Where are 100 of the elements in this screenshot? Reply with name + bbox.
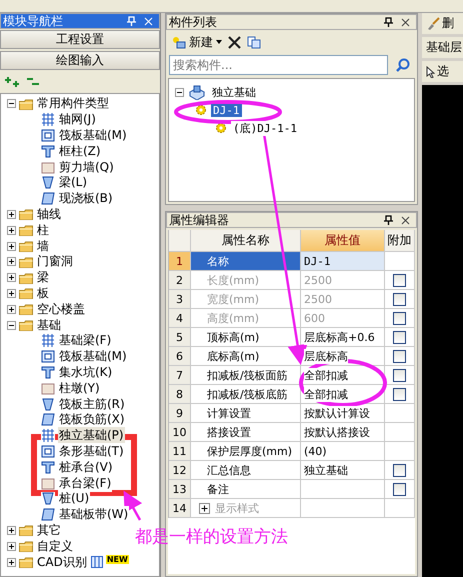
tree-item[interactable]: 轴网(J) bbox=[58, 111, 97, 128]
property-value[interactable]: DJ-1 bbox=[304, 254, 330, 268]
checkbox[interactable] bbox=[393, 368, 406, 382]
collapse-all-icon[interactable] bbox=[26, 76, 40, 88]
tree-item[interactable]: 基础 bbox=[36, 316, 62, 334]
property-name: 顶标高(m) bbox=[191, 328, 301, 347]
expand-all-icon[interactable] bbox=[4, 76, 20, 88]
pin-icon[interactable] bbox=[384, 17, 393, 27]
folder-icon bbox=[19, 224, 33, 236]
tree-item[interactable]: 其它 bbox=[36, 522, 62, 539]
property-value[interactable]: 按默认计算设 bbox=[304, 406, 370, 420]
tree-item[interactable]: 集水坑(K) bbox=[58, 364, 114, 381]
row-number: 13 bbox=[169, 480, 191, 499]
folder-icon bbox=[19, 524, 33, 536]
checkbox[interactable] bbox=[393, 388, 406, 400]
nav-button[interactable]: 绘图输入 bbox=[0, 51, 160, 70]
expand-icon[interactable] bbox=[7, 542, 16, 551]
row-number: 9 bbox=[169, 404, 191, 423]
value-cell[interactable] bbox=[301, 480, 385, 499]
property-value[interactable]: 独立基础 bbox=[304, 462, 348, 478]
copy-icon[interactable] bbox=[247, 36, 261, 48]
tree-item[interactable]: 墙 bbox=[36, 238, 50, 255]
checkbox[interactable] bbox=[393, 464, 406, 476]
row-number: 5 bbox=[169, 328, 191, 347]
tree-item[interactable]: 剪力墙(Q) bbox=[58, 158, 115, 176]
expand-icon[interactable] bbox=[7, 526, 16, 535]
property-value[interactable]: (40) bbox=[304, 444, 327, 458]
pin-icon[interactable] bbox=[384, 215, 393, 225]
property-value[interactable]: 按默认搭接设 bbox=[304, 424, 370, 440]
nav-button[interactable]: 工程设置 bbox=[0, 30, 160, 49]
toolbar-button[interactable]: 基础层 bbox=[426, 39, 462, 56]
row-number: 2 bbox=[169, 271, 191, 290]
expand-icon[interactable] bbox=[7, 242, 16, 251]
folder-icon bbox=[19, 208, 33, 220]
tree-item[interactable]: 门窗洞 bbox=[36, 253, 74, 270]
property-name: 搭接设置 bbox=[191, 423, 301, 442]
property-value[interactable]: 层底标高+0.6 bbox=[304, 330, 375, 344]
property-value[interactable]: 全部扣减 bbox=[304, 386, 348, 402]
tree-item[interactable]: 独立基础 bbox=[210, 84, 258, 100]
close-icon[interactable] bbox=[401, 18, 410, 26]
tree-item[interactable]: 承台梁(F) bbox=[58, 474, 112, 492]
row-number: 14 bbox=[169, 499, 191, 518]
checkbox[interactable] bbox=[393, 482, 406, 496]
property-value[interactable]: 层底标高 bbox=[304, 348, 348, 364]
expand-icon[interactable] bbox=[7, 304, 16, 314]
column-header[interactable]: 附加 bbox=[385, 230, 415, 252]
expand-icon[interactable] bbox=[7, 558, 16, 566]
row-number: 3 bbox=[169, 290, 191, 309]
tree-item[interactable]: 框柱(Z) bbox=[58, 142, 102, 160]
new-button[interactable]: 新建 bbox=[172, 34, 222, 50]
property-name: 备注 bbox=[191, 480, 301, 499]
tree-item[interactable]: 柱墩(Y) bbox=[58, 380, 101, 397]
expand-icon[interactable] bbox=[7, 273, 16, 282]
toolbar-button[interactable]: 选 bbox=[437, 63, 449, 80]
tree-item[interactable]: 轴线 bbox=[36, 206, 62, 223]
row-number: 10 bbox=[169, 423, 191, 442]
tree-item[interactable]: 独立基础(P) bbox=[58, 427, 125, 444]
component-icon bbox=[41, 176, 55, 190]
header-corner bbox=[169, 230, 191, 252]
expand-icon[interactable] bbox=[7, 226, 16, 235]
expand-icon[interactable] bbox=[7, 288, 16, 298]
search-field[interactable]: 搜索构件... bbox=[169, 55, 388, 75]
tree-item[interactable]: 板 bbox=[36, 284, 50, 302]
component-icon bbox=[41, 476, 55, 490]
tree-item[interactable]: CAD识别 bbox=[36, 554, 88, 571]
open-folder-icon bbox=[19, 319, 33, 332]
checkbox[interactable] bbox=[393, 330, 406, 344]
property-value[interactable]: 全部扣减 bbox=[304, 368, 348, 382]
row-number: 1 bbox=[169, 252, 191, 271]
component-icon bbox=[41, 334, 55, 348]
collapse-icon[interactable] bbox=[175, 88, 184, 96]
property-name: 高度(mm) bbox=[191, 309, 301, 328]
tree-item[interactable]: 梁 bbox=[36, 269, 50, 286]
expand-icon[interactable] bbox=[7, 257, 16, 266]
tree-item[interactable]: 柱 bbox=[36, 222, 50, 239]
tree-item[interactable]: DJ-1 bbox=[211, 104, 242, 116]
delete-icon[interactable] bbox=[228, 36, 241, 48]
tree-item[interactable]: 常用构件类型 bbox=[36, 95, 110, 112]
expand-icon[interactable] bbox=[7, 210, 16, 219]
collapse-icon[interactable] bbox=[7, 320, 16, 330]
property-name: 显示样式 bbox=[215, 500, 259, 516]
collapse-icon[interactable] bbox=[7, 99, 16, 108]
tree-item[interactable]: 筏板主筋(R) bbox=[58, 396, 126, 413]
column-header[interactable]: 属性值 bbox=[301, 230, 385, 252]
component-icon bbox=[41, 113, 55, 126]
tree-item[interactable]: 筏板基础(M) bbox=[58, 127, 128, 144]
tree-item[interactable]: 条形基础(T) bbox=[58, 442, 125, 460]
panel-title: 构件列表 bbox=[169, 14, 218, 30]
close-icon[interactable] bbox=[401, 216, 410, 224]
checkbox[interactable] bbox=[393, 350, 406, 362]
folder-icon bbox=[19, 256, 33, 268]
tree-item[interactable]: 自定义 bbox=[36, 538, 74, 555]
tree-item[interactable]: 桩承台(V) bbox=[58, 458, 114, 476]
column-header[interactable]: 属性名称 bbox=[191, 230, 301, 252]
tree-item[interactable]: 空心楼盖 bbox=[36, 300, 86, 318]
toolbar-button[interactable]: 删 bbox=[442, 15, 454, 32]
row-number: 7 bbox=[169, 366, 191, 385]
panel-title: 属性编辑器 bbox=[169, 212, 230, 228]
folder-icon bbox=[19, 540, 33, 552]
tree-item[interactable]: (底)DJ-1-1 bbox=[231, 120, 299, 136]
